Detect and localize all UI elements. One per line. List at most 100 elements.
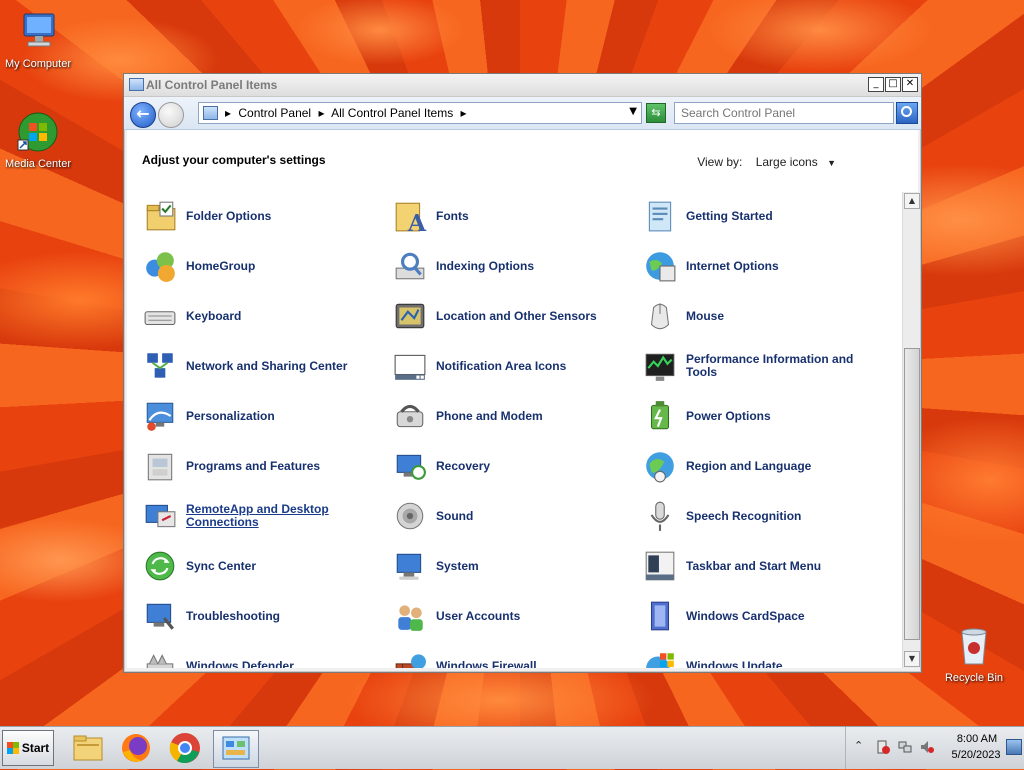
back-button[interactable]: ← — [130, 102, 156, 128]
cp-item-personalization[interactable]: Personalization — [143, 396, 383, 436]
sound-icon — [393, 499, 427, 533]
action-center-icon[interactable] — [876, 740, 890, 754]
title-bar[interactable]: All Control Panel Items _ □ ✕ — [124, 74, 921, 97]
scrollbar-thumb[interactable] — [904, 348, 920, 640]
search-input[interactable] — [675, 103, 897, 123]
address-bar[interactable]: ▸ Control Panel ▸ All Control Panel Item… — [198, 102, 642, 124]
cp-item-getting-started[interactable]: Getting Started — [643, 196, 883, 236]
clock-date[interactable]: 5/20/2023 — [944, 749, 1008, 761]
cp-item-speech-recognition[interactable]: Speech Recognition — [643, 496, 883, 536]
indexing-options-icon — [393, 249, 427, 283]
minimize-button[interactable]: _ — [868, 77, 884, 92]
network-sharing-icon — [143, 349, 177, 383]
cp-item-label: Performance Information and Tools — [686, 352, 854, 379]
maximize-button[interactable]: □ — [885, 77, 901, 92]
folder-options-icon — [143, 199, 177, 233]
cp-item-user-accounts[interactable]: User Accounts — [393, 596, 633, 636]
cp-item-label: Taskbar and Start Menu — [686, 558, 822, 573]
cp-item-label: Folder Options — [186, 208, 272, 223]
search-box[interactable] — [674, 102, 897, 124]
desktop-icon-recycle-bin[interactable]: Recycle Bin — [934, 624, 1014, 684]
search-icon[interactable] — [896, 102, 918, 124]
cp-item-label: Programs and Features — [186, 458, 321, 473]
defender-icon — [143, 649, 177, 668]
cp-item-sync-center[interactable]: Sync Center — [143, 546, 383, 586]
cp-item-label: Getting Started — [686, 208, 773, 223]
cp-item-label: Sync Center — [186, 558, 257, 573]
show-desktop-button[interactable] — [1006, 739, 1022, 755]
media-center-icon — [16, 110, 60, 154]
forward-button[interactable] — [158, 102, 184, 128]
cp-item-label: Phone and Modem — [436, 408, 543, 423]
address-dropdown-icon[interactable]: ▼ — [629, 106, 637, 117]
cp-item-remoteapp-and-desktop-connections[interactable]: RemoteApp and Desktop Connections — [143, 496, 383, 536]
cp-item-windows-defender[interactable]: Windows Defender — [143, 646, 383, 668]
cp-item-recovery[interactable]: Recovery — [393, 446, 633, 486]
mouse-icon — [643, 299, 677, 333]
cp-item-label: Speech Recognition — [686, 508, 802, 523]
cp-item-label: HomeGroup — [186, 258, 256, 273]
cp-item-network-and-sharing-center[interactable]: Network and Sharing Center — [143, 346, 383, 386]
taskbar-chrome[interactable] — [163, 730, 207, 766]
chrome-icon — [169, 733, 200, 764]
cp-item-sound[interactable]: Sound — [393, 496, 633, 536]
view-by-dropdown[interactable]: Large icons — [756, 155, 818, 169]
cp-item-keyboard[interactable]: Keyboard — [143, 296, 383, 336]
keyboard-icon — [143, 299, 177, 333]
cp-item-location-and-other-sensors[interactable]: Location and Other Sensors — [393, 296, 633, 336]
breadcrumb-separator-icon[interactable]: ▸ — [225, 106, 231, 120]
network-icon[interactable] — [898, 740, 912, 754]
cp-item-notification-area-icons[interactable]: Notification Area Icons — [393, 346, 633, 386]
breadcrumb-control-panel[interactable]: Control Panel — [238, 106, 311, 120]
breadcrumb-separator-icon[interactable]: ▸ — [318, 106, 324, 120]
cp-item-label: Sound — [436, 508, 474, 523]
window-title: All Control Panel Items — [146, 78, 278, 92]
cp-item-indexing-options[interactable]: Indexing Options — [393, 246, 633, 286]
breadcrumb-all-items[interactable]: All Control Panel Items — [331, 106, 453, 120]
firefox-icon — [122, 734, 150, 762]
taskbar-firefox[interactable] — [114, 730, 158, 766]
scroll-up-button[interactable]: ▲ — [904, 193, 920, 209]
cp-item-programs-and-features[interactable]: Programs and Features — [143, 446, 383, 486]
start-button[interactable]: Start — [2, 730, 54, 766]
volume-icon[interactable] — [920, 740, 934, 754]
cp-item-folder-options[interactable]: Folder Options — [143, 196, 383, 236]
vertical-scrollbar[interactable]: ▲ ▼ — [902, 192, 920, 668]
cp-item-phone-and-modem[interactable]: Phone and Modem — [393, 396, 633, 436]
clock-time[interactable]: 8:00 AM — [950, 733, 1004, 745]
cp-item-mouse[interactable]: Mouse — [643, 296, 883, 336]
cp-item-system[interactable]: System — [393, 546, 633, 586]
recycle-bin-icon — [952, 624, 996, 668]
refresh-button[interactable]: ⇆ — [646, 103, 666, 123]
desktop-icon-media-center[interactable]: Media Center — [0, 110, 78, 170]
view-by-control: View by: Large icons ▼ — [697, 155, 836, 169]
taskbar-file-explorer[interactable] — [66, 730, 110, 766]
cp-item-taskbar-and-start-menu[interactable]: Taskbar and Start Menu — [643, 546, 883, 586]
page-title: Adjust your computer's settings — [142, 153, 326, 167]
cp-item-troubleshooting[interactable]: Troubleshooting — [143, 596, 383, 636]
cp-item-label: Power Options — [686, 408, 771, 423]
cp-item-performance-information-and-tools[interactable]: Performance Information and Tools — [643, 346, 883, 386]
desktop-icon-label: Media Center — [4, 158, 72, 170]
close-button[interactable]: ✕ — [902, 77, 918, 92]
cp-item-homegroup[interactable]: HomeGroup — [143, 246, 383, 286]
cp-item-windows-update[interactable]: Windows Update — [643, 646, 883, 668]
scroll-down-button[interactable]: ▼ — [904, 651, 920, 667]
cp-item-internet-options[interactable]: Internet Options — [643, 246, 883, 286]
cp-item-windows-firewall[interactable]: Windows Firewall — [393, 646, 633, 668]
cp-item-region-and-language[interactable]: Region and Language — [643, 446, 883, 486]
control-panel-items: Folder Options A Fonts Getting Started HomeG… — [143, 196, 903, 668]
content-pane: Adjust your computer's settings View by:… — [127, 130, 920, 668]
taskbar-control-panel[interactable] — [213, 730, 259, 768]
cp-item-fonts[interactable]: A Fonts — [393, 196, 633, 237]
computer-icon — [16, 10, 60, 54]
cp-item-label: Mouse — [686, 308, 725, 323]
cp-item-label: Internet Options — [686, 258, 779, 273]
desktop-icon-my-computer[interactable]: My Computer — [0, 10, 78, 70]
chevron-down-icon[interactable]: ▼ — [827, 158, 836, 168]
location-sensors-icon — [393, 299, 427, 333]
cp-item-windows-cardspace[interactable]: Windows CardSpace — [643, 596, 883, 636]
show-hidden-icons-icon[interactable]: ⌃ — [854, 739, 863, 752]
cp-item-power-options[interactable]: Power Options — [643, 396, 883, 436]
breadcrumb-separator-icon[interactable]: ▸ — [461, 106, 467, 120]
